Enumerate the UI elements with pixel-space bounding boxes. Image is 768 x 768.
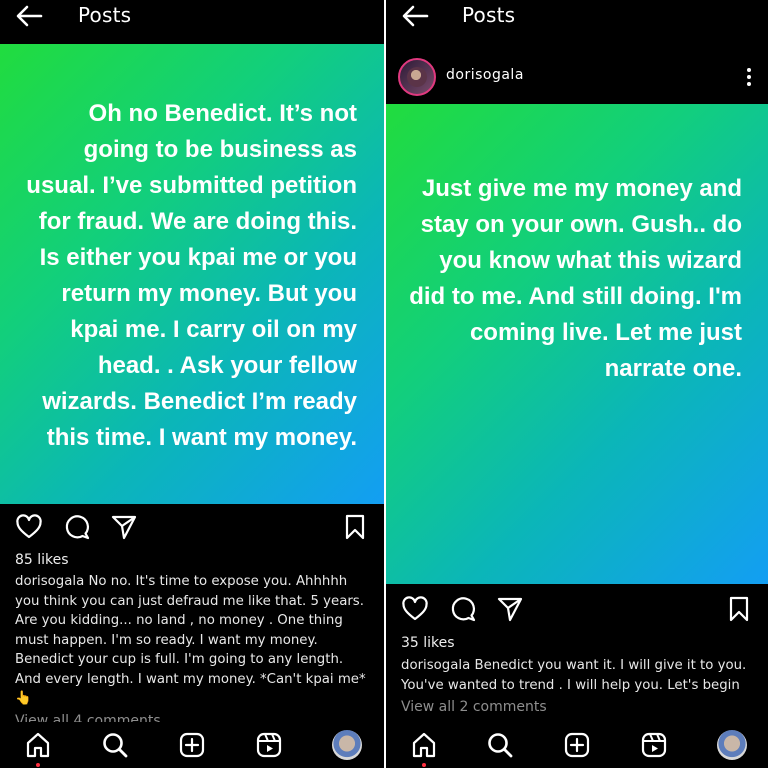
profile-avatar[interactable] [717, 730, 747, 760]
search-icon[interactable] [101, 731, 129, 759]
post-actions [386, 593, 768, 625]
post-text: Oh no Benedict. It’s not going to be bus… [26, 100, 357, 451]
arrow-left-icon[interactable] [14, 2, 44, 30]
notification-dot [36, 763, 40, 767]
post-caption: dorisogala No no. It's time to expose yo… [15, 572, 366, 709]
caption-username[interactable]: dorisogala [401, 658, 470, 673]
post-caption: dorisogala Benedict you want it. I will … [401, 656, 750, 695]
share-icon[interactable] [496, 595, 524, 623]
likes-count[interactable]: 85 likes [15, 552, 69, 568]
post-text: Just give me my money and stay on your o… [409, 175, 742, 382]
search-icon[interactable] [486, 731, 514, 759]
comment-icon[interactable] [449, 595, 477, 623]
post-header: dorisogala [386, 52, 768, 102]
comment-icon[interactable] [63, 513, 91, 541]
bottom-nav [386, 722, 768, 768]
more-options-icon[interactable] [746, 66, 752, 88]
home-icon[interactable] [24, 731, 52, 759]
reels-icon[interactable] [640, 731, 668, 759]
create-icon[interactable] [178, 731, 206, 759]
view-comments-link[interactable]: View all 2 comments [401, 699, 547, 715]
heart-icon[interactable] [401, 595, 429, 623]
caption-username[interactable]: dorisogala [15, 574, 84, 589]
bookmark-icon[interactable] [725, 595, 753, 623]
top-bar: Posts [0, 0, 384, 32]
profile-avatar[interactable] [332, 730, 362, 760]
post-actions [0, 511, 384, 543]
home-icon[interactable] [410, 731, 438, 759]
bottom-nav [0, 722, 384, 768]
post-image[interactable]: Just give me my money and stay on your o… [386, 104, 768, 584]
caption-text: No no. It's time to expose you. Ahhhhh y… [15, 574, 366, 706]
bookmark-icon[interactable] [341, 513, 369, 541]
avatar[interactable] [398, 58, 436, 96]
reels-icon[interactable] [255, 731, 283, 759]
post-image[interactable]: Oh no Benedict. It’s not going to be bus… [0, 44, 384, 504]
page-title: Posts [78, 3, 132, 27]
top-bar: Posts [386, 0, 768, 32]
page-title: Posts [462, 3, 516, 27]
share-icon[interactable] [110, 513, 138, 541]
likes-count[interactable]: 35 likes [401, 635, 455, 651]
right-post-screen: Posts dorisogala Just give me my money a… [384, 0, 768, 768]
create-icon[interactable] [563, 731, 591, 759]
notification-dot [422, 763, 426, 767]
left-post-screen: Posts Oh no Benedict. It’s not going to … [0, 0, 384, 768]
heart-icon[interactable] [15, 513, 43, 541]
username[interactable]: dorisogala [446, 67, 524, 83]
arrow-left-icon[interactable] [400, 2, 430, 30]
